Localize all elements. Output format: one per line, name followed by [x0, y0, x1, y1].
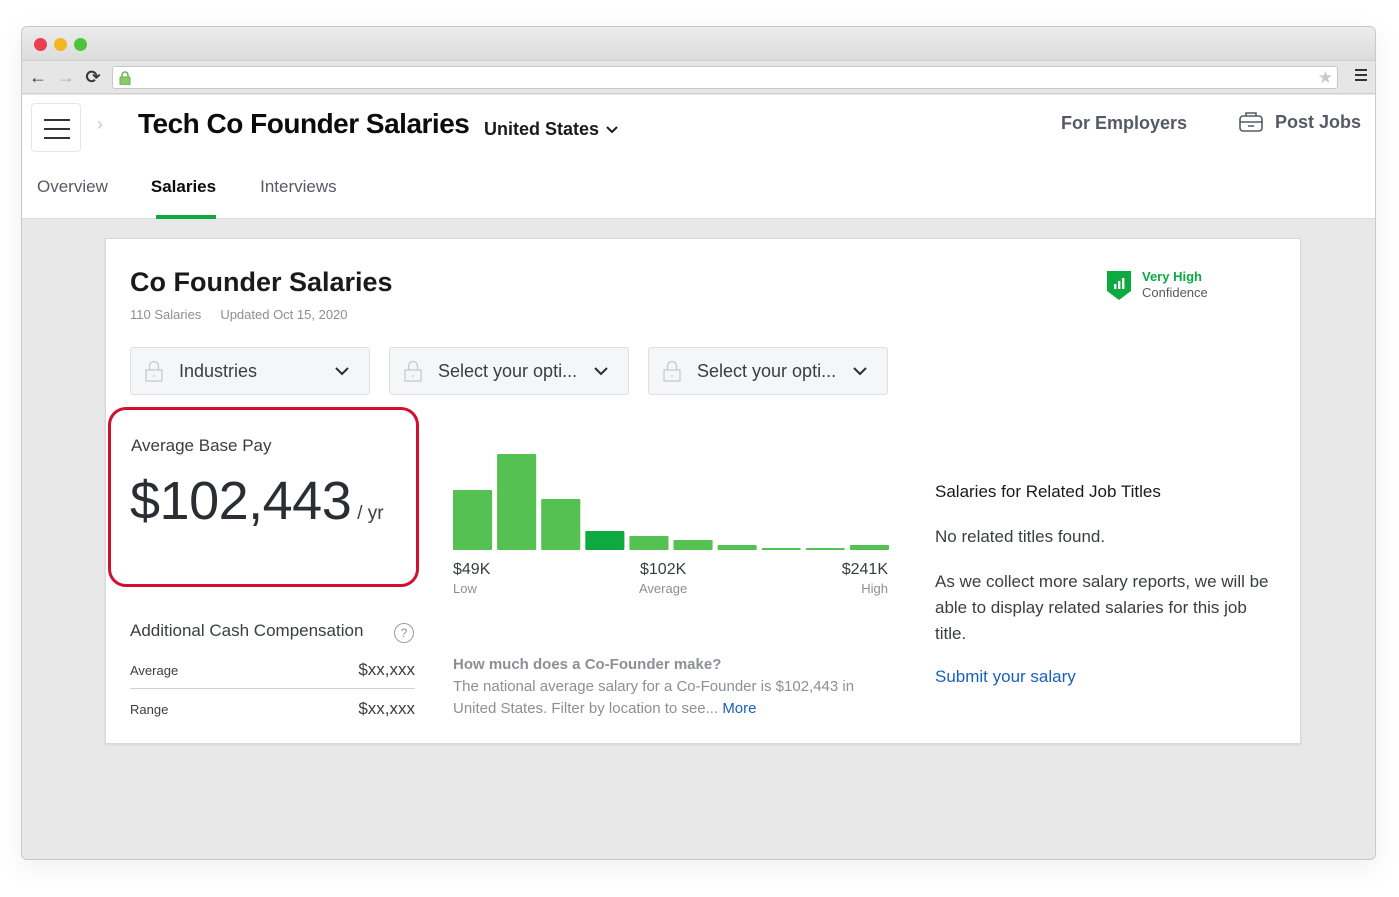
salary-count: 110 Salaries	[130, 307, 202, 322]
bookmark-star-icon[interactable]: ★	[1318, 68, 1333, 88]
page-header: › Tech Co Founder Salaries United States…	[22, 95, 1375, 219]
chevron-down-icon	[335, 366, 349, 375]
pay-period-unit: / yr	[357, 503, 384, 524]
for-employers-link[interactable]: For Employers	[1061, 113, 1187, 134]
close-window-button[interactable]	[34, 38, 47, 51]
secure-lock-icon	[119, 71, 131, 85]
average-base-pay-value: $102,443	[130, 471, 352, 531]
chevron-down-icon	[853, 366, 867, 375]
histogram-bar	[629, 536, 669, 550]
lock-icon	[145, 360, 163, 382]
filter-label: Select your opti...	[697, 360, 837, 381]
additional-cash-row: Average $xx,xxx	[130, 660, 415, 689]
histogram-bar	[717, 545, 757, 550]
browser-toolbar: ← → ⟳ ★	[22, 61, 1375, 94]
histogram-bar	[673, 540, 713, 550]
location-dropdown[interactable]: United States	[484, 119, 618, 140]
no-related-titles: No related titles found.	[935, 527, 1106, 546]
browser-menu-icon[interactable]	[1355, 69, 1367, 84]
salary-histogram	[453, 454, 889, 550]
updated-date: Updated Oct 15, 2020	[220, 307, 348, 322]
additional-cash-title: Additional Cash Compensation	[130, 621, 364, 640]
row-value: $xx,xxx	[358, 699, 415, 718]
additional-cash-row: Range $xx,xxx	[130, 699, 415, 719]
histogram-bar	[585, 531, 625, 550]
histogram-avg-value: $102K	[640, 561, 687, 578]
row-label: Range	[130, 702, 169, 717]
histogram-bar	[453, 490, 493, 550]
filter-label: Select your opti...	[438, 360, 578, 381]
location-label: United States	[484, 119, 600, 139]
option-filter-1[interactable]: Select your opti...	[389, 347, 629, 395]
confidence-badge: Very High Confidence	[1106, 269, 1208, 301]
card-title: Co Founder Salaries	[130, 267, 393, 297]
page-content: › Tech Co Founder Salaries United States…	[22, 95, 1375, 859]
row-value: $xx,xxx	[358, 660, 415, 679]
faq-more-link[interactable]: More	[722, 700, 756, 717]
faq-question: How much does a Co-Founder make?	[453, 656, 722, 673]
section-tabs: Overview Salaries Interviews	[22, 175, 352, 219]
lock-icon	[663, 360, 681, 382]
histogram-bar	[761, 548, 801, 550]
chevron-down-icon	[606, 125, 618, 133]
submit-salary-link[interactable]: Submit your salary	[935, 667, 1076, 687]
chevron-down-icon	[594, 366, 608, 375]
breadcrumb-chevron-icon: ›	[97, 114, 103, 134]
histogram-bar	[849, 545, 889, 550]
average-base-pay: $102,443 / yr	[130, 470, 384, 532]
help-icon[interactable]: ?	[394, 623, 414, 643]
histogram-avg-label: Average	[639, 581, 688, 596]
hamburger-menu-button[interactable]	[31, 103, 81, 152]
tab-overview[interactable]: Overview	[22, 175, 123, 219]
maximize-window-button[interactable]	[74, 38, 87, 51]
histogram-low-value: $49K	[453, 561, 491, 578]
confidence-label: Confidence	[1142, 285, 1208, 300]
forward-arrow-icon[interactable]: →	[56, 67, 76, 87]
address-bar[interactable]: ★	[112, 66, 1338, 89]
minimize-window-button[interactable]	[54, 38, 67, 51]
page-title: Tech Co Founder Salaries	[138, 108, 470, 139]
row-label: Average	[130, 663, 179, 678]
browser-window: ← → ⟳ ★ › Tech Co Founder Salaries Unite…	[21, 26, 1376, 860]
reload-icon[interactable]: ⟳	[83, 67, 103, 87]
faq-answer: The national average salary for a Co-Fou…	[453, 678, 855, 717]
back-arrow-icon[interactable]: ←	[28, 67, 48, 87]
filter-label: Industries	[179, 360, 258, 381]
post-jobs-label: Post Jobs	[1275, 111, 1362, 132]
post-jobs-button[interactable]: Post Jobs	[1239, 111, 1361, 133]
related-titles-section: Salaries for Related Job Titles No relat…	[935, 482, 1275, 687]
title-bar	[22, 27, 1375, 61]
salary-meta: 110 Salaries Updated Oct 15, 2020	[130, 307, 348, 322]
faq-answer-block: The national average salary for a Co-Fou…	[453, 676, 893, 720]
tab-salaries[interactable]: Salaries	[136, 175, 231, 219]
briefcase-icon	[1239, 112, 1263, 132]
histogram-bar	[541, 499, 581, 550]
histogram-low-label: Low	[453, 581, 477, 596]
related-titles-description: As we collect more salary reports, we wi…	[935, 572, 1269, 643]
histogram-high-value: $241K	[841, 561, 888, 578]
industries-filter[interactable]: Industries	[130, 347, 370, 395]
histogram-bar	[497, 454, 537, 550]
histogram-bar	[805, 548, 845, 550]
lock-icon	[404, 360, 422, 382]
average-base-pay-highlight: Average Base Pay $102,443 / yr	[108, 407, 419, 587]
histogram-high-label: High	[861, 581, 888, 596]
confidence-shield-icon	[1107, 271, 1131, 300]
salary-card: Co Founder Salaries 110 Salaries Updated…	[105, 238, 1301, 744]
related-titles-heading: Salaries for Related Job Titles	[935, 482, 1161, 501]
tab-interviews[interactable]: Interviews	[245, 175, 352, 219]
option-filter-2[interactable]: Select your opti...	[648, 347, 888, 395]
confidence-level: Very High	[1142, 269, 1202, 284]
salary-faq: How much does a Co-Founder make? The nat…	[453, 654, 893, 720]
average-base-pay-label: Average Base Pay	[131, 436, 272, 455]
